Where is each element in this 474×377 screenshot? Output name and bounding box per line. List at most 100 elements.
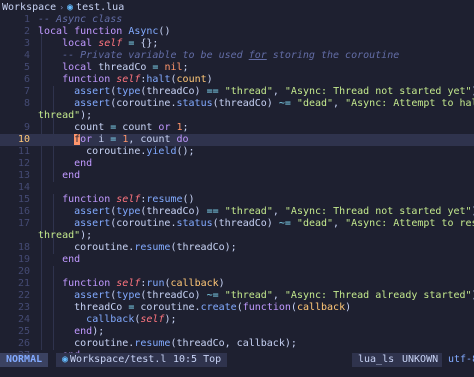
code-line[interactable]: 24 callback(self);	[0, 314, 474, 326]
statusline: NORMAL ◉ Workspace/test.lua 10:5 Top lua_…	[0, 353, 474, 367]
code-editor[interactable]: 1 -- Async class 2 local function Async() 3 …	[0, 14, 474, 353]
lsp-status[interactable]: lua_ls	[352, 353, 401, 367]
code-token: self	[116, 74, 141, 85]
code-token: )	[345, 302, 352, 313]
code-line[interactable]: 17 assert(coroutine.status(threadCo) ~= …	[0, 218, 474, 230]
code-text: count = count or 1;	[38, 122, 188, 134]
code-text: function self:resume()	[38, 194, 195, 206]
code-line[interactable]: thread");	[0, 110, 474, 122]
code-text: coroutine.yield();	[38, 146, 195, 158]
code-token: type	[116, 290, 141, 301]
breadcrumb-file[interactable]: test.lua	[76, 2, 124, 13]
code-line[interactable]: 20	[0, 266, 474, 278]
line-number: 17	[17, 218, 30, 229]
code-line[interactable]: 15 function self:resume()	[0, 194, 474, 206]
code-line[interactable]: 5 local threadCo = nil;	[0, 62, 474, 74]
code-text: local self = {};	[38, 38, 158, 50]
code-token: type	[116, 86, 141, 97]
code-line[interactable]: 4 -- Private variable to be used for sto…	[0, 50, 474, 62]
code-token: count	[176, 74, 207, 85]
code-line[interactable]: 14	[0, 182, 474, 194]
code-line[interactable]: 18 coroutine.resume(threadCo);	[0, 242, 474, 254]
code-token: end	[62, 254, 81, 265]
code-token: count	[38, 122, 105, 133]
code-token: ()	[182, 194, 195, 205]
code-token: );	[164, 314, 177, 325]
code-line[interactable]: 2 local function Async()	[0, 26, 474, 38]
code-text: coroutine.resume(threadCo, callback);	[38, 338, 297, 350]
code-line[interactable]: 13 end	[0, 170, 474, 182]
code-token: run	[146, 278, 165, 289]
code-line[interactable]: 22 assert(type(threadCo) ~= "thread", "A…	[0, 290, 474, 302]
code-token: (coroutine.	[110, 218, 177, 229]
code-line[interactable]: 16 assert(type(threadCo) == "thread", "A…	[0, 206, 474, 218]
code-line[interactable]: 3 local self = {};	[0, 38, 474, 50]
code-line[interactable]: 1 -- Async class	[0, 14, 474, 26]
code-token: function	[242, 302, 291, 313]
line-number: 5	[23, 62, 30, 73]
code-line[interactable]: 10 for i = 1, count do	[0, 134, 474, 146]
line-number: 14	[17, 182, 30, 193]
code-text: -- Async class	[38, 14, 122, 26]
code-token: threadCo	[98, 62, 147, 73]
code-token: (threadCo)	[212, 218, 273, 229]
code-line[interactable]: 21 function self:run(callback)	[0, 278, 474, 290]
code-token: function	[62, 194, 117, 205]
command-line[interactable]	[0, 367, 474, 377]
code-token: =	[122, 302, 141, 313]
code-text: end);	[38, 326, 104, 338]
code-token: self	[98, 38, 123, 49]
line-number: 1	[23, 14, 30, 25]
code-token: function	[62, 278, 117, 289]
line-number: 22	[17, 290, 30, 301]
code-line[interactable]: 19 end	[0, 254, 474, 266]
code-line[interactable]: 25 end);	[0, 326, 474, 338]
code-line[interactable]: 12 end	[0, 158, 474, 170]
statusline-file[interactable]: ◉ Workspace/test.lua	[56, 353, 185, 367]
code-line[interactable]: 26 coroutine.resume(threadCo, callback);	[0, 338, 474, 350]
code-line[interactable]: 8 assert(coroutine.status(threadCo) ~= "…	[0, 98, 474, 110]
code-text: threadCo = coroutine.create(function(cal…	[38, 302, 351, 314]
code-token: =	[104, 122, 123, 133]
code-token: "Async: Thread not started yet"	[284, 86, 472, 97]
code-token: -- Async class	[38, 14, 123, 25]
code-line[interactable]: 11 coroutine.yield();	[0, 146, 474, 158]
code-token: "dead"	[296, 218, 334, 229]
line-number: 20	[17, 266, 30, 277]
code-token: threadCo	[38, 302, 123, 313]
code-token: status	[176, 218, 213, 229]
breadcrumb-folder[interactable]: Workspace	[0, 2, 56, 13]
code-line[interactable]: thread");	[0, 230, 474, 242]
code-token: ,	[272, 206, 285, 217]
code-token: local	[62, 38, 99, 49]
code-token: );	[92, 326, 105, 337]
code-token: thread"	[38, 110, 81, 121]
line-number: 3	[23, 38, 30, 49]
code-token: create	[200, 302, 237, 313]
code-line[interactable]: 23 threadCo = coroutine.create(function(…	[0, 302, 474, 314]
code-token: ();	[176, 146, 195, 157]
code-token: ~=	[272, 98, 297, 109]
code-line[interactable]: 6 function self:halt(count)	[0, 74, 474, 86]
code-text: end	[38, 158, 92, 170]
lua-file-icon: ◉	[67, 1, 74, 13]
code-token: assert	[74, 206, 111, 217]
code-token: function	[62, 74, 117, 85]
code-line[interactable]: 7 assert(type(threadCo) == "thread", "As…	[0, 86, 474, 98]
code-text: local threadCo = nil;	[38, 62, 188, 74]
code-line[interactable]: 9 count = count or 1;	[0, 122, 474, 134]
line-number: 2	[23, 26, 30, 37]
code-token: assert	[74, 218, 111, 229]
code-token: do	[176, 134, 189, 145]
code-token: =	[146, 62, 165, 73]
cursor-position: 10:5 Top	[167, 353, 228, 367]
code-token: resume	[134, 242, 171, 253]
code-token: ==	[200, 86, 225, 97]
code-token: local	[38, 26, 75, 37]
